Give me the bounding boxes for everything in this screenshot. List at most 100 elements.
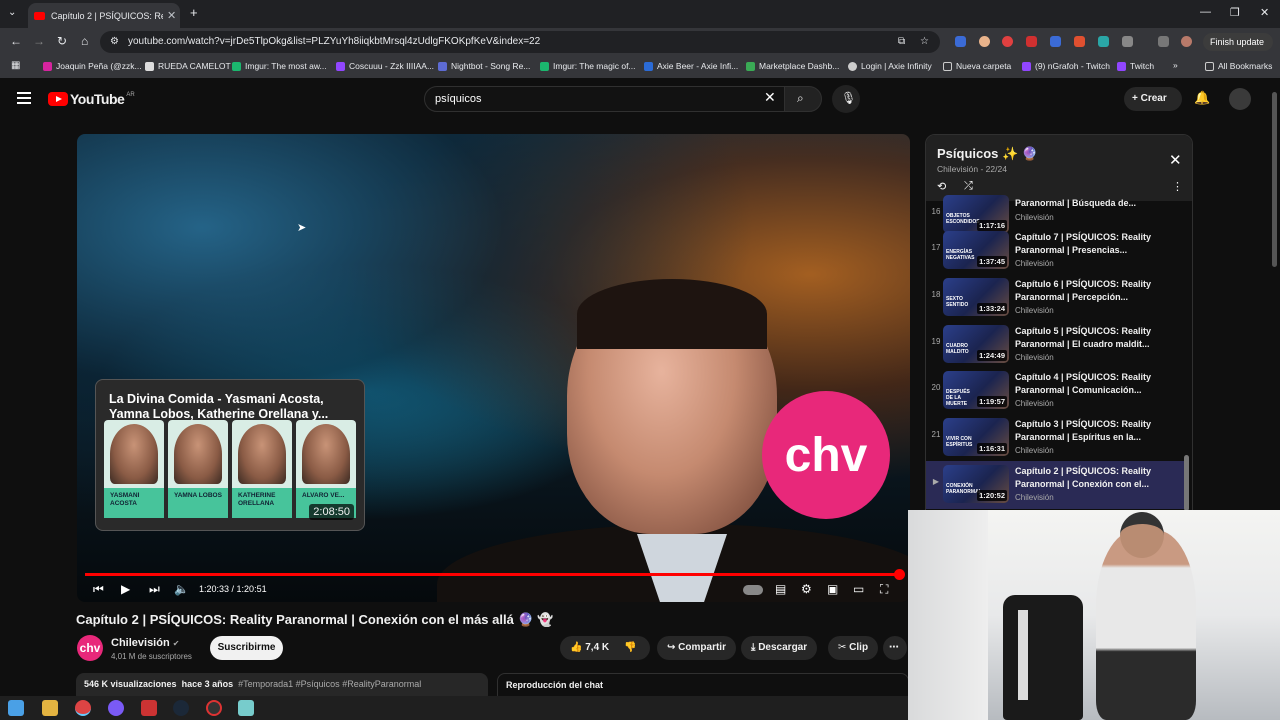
reload-icon[interactable]: ↻ xyxy=(57,34,67,48)
notepad-icon[interactable] xyxy=(238,700,254,716)
bookmark-item[interactable]: Axie Beer - Axie Infi... xyxy=(644,61,738,71)
app-icon-2[interactable] xyxy=(141,700,157,716)
progress-bar-played[interactable] xyxy=(85,573,899,576)
account-avatar[interactable] xyxy=(1229,88,1251,110)
share-button[interactable]: ↪ Compartir xyxy=(657,636,736,660)
bookmark-item[interactable]: Nightbot - Song Re... xyxy=(438,61,530,71)
bookmark-item[interactable]: (9) nGrafoh - Twitch xyxy=(1022,61,1110,71)
extension-icon-2[interactable] xyxy=(979,36,990,47)
clip-button[interactable]: ✂ Clip xyxy=(828,636,879,660)
home-icon[interactable]: ⌂ xyxy=(81,34,88,48)
playlist-panel: Psíquicos ✨ 🔮 Chilevisión - 22/24 ✕ ⟲ ⤮ … xyxy=(925,134,1193,524)
previous-icon[interactable]: ⏮ xyxy=(93,582,104,597)
like-count[interactable]: 7,4 K xyxy=(585,642,609,653)
minimize-icon[interactable]: — xyxy=(1200,6,1211,18)
extensions-puzzle-icon[interactable] xyxy=(1122,36,1133,47)
playlist-item[interactable]: 19 CUADRO MALDITO 1:24:49 Capítulo 5 | PS… xyxy=(926,323,1186,369)
playlist-item[interactable]: 18 SEXTO SENTIDO 1:33:24 Capítulo 6 | PSÍ… xyxy=(926,276,1186,322)
subscribe-button[interactable]: Suscribirme xyxy=(210,636,283,660)
playlist-title[interactable]: Psíquicos ✨ 🔮 xyxy=(937,146,1038,162)
all-bookmarks-button[interactable]: All Bookmarks xyxy=(1205,61,1272,71)
playlist-item[interactable]: 20 DESPUÉS DE LA MUERTE 1:19:57 Capítulo … xyxy=(926,369,1186,415)
settings-gear-icon[interactable]: ⚙ xyxy=(801,582,812,596)
channel-name[interactable]: Chilevisión ✔ xyxy=(111,637,179,649)
loop-icon[interactable]: ⟲ xyxy=(937,180,946,193)
bookmark-item[interactable]: Imgur: The magic of... xyxy=(540,61,636,71)
bookmark-item[interactable]: Joaquin Peña (@zzk... xyxy=(43,61,142,71)
close-window-icon[interactable]: ✕ xyxy=(1260,6,1269,19)
scissors-icon: ✂ xyxy=(838,642,850,653)
playlist-item-now-playing[interactable]: ▶ CONEXIÓN PARANORMAL 1:20:52 Capítulo 2 … xyxy=(926,461,1186,509)
windows-start-icon[interactable] xyxy=(8,700,24,716)
new-tab-icon[interactable]: + xyxy=(190,5,198,20)
playlist-item[interactable]: 21 VIVIR CON ESPÍRITUS 1:16:31 Capítulo 3… xyxy=(926,416,1186,462)
playlist-item[interactable]: 17 ENERGÍAS NEGATIVAS 1:37:45 Capítulo 7 … xyxy=(926,229,1186,275)
bookmark-item[interactable]: Coscuuu - Zzk IIIIAA... xyxy=(336,61,434,71)
search-input[interactable]: psíquicos xyxy=(424,86,786,112)
forward-icon[interactable]: → xyxy=(33,34,45,48)
chrome-icon[interactable] xyxy=(75,700,91,716)
profile-avatar[interactable] xyxy=(1181,36,1192,47)
menu-icon[interactable] xyxy=(17,92,31,104)
address-bar[interactable]: ⚙ youtube.com/watch?v=jrDe5TlpOkg&list=P… xyxy=(100,31,940,53)
download-button[interactable]: ⤓ Descargar xyxy=(741,636,818,660)
fullscreen-icon[interactable]: ⛶ xyxy=(880,582,888,597)
extension-icon-5[interactable] xyxy=(1074,36,1085,47)
steam-icon[interactable] xyxy=(173,700,189,716)
thumbs-down-icon[interactable]: 👎 xyxy=(624,636,636,660)
apps-grid-icon[interactable]: ▦ xyxy=(11,60,20,71)
webcam-streamer-head xyxy=(1120,512,1164,558)
notifications-bell-icon[interactable]: 🔔 xyxy=(1194,90,1210,106)
file-explorer-icon[interactable] xyxy=(42,700,58,716)
reading-list-icon[interactable] xyxy=(1158,36,1169,47)
playlist-scrollbar[interactable] xyxy=(1184,455,1189,511)
bookmark-folder[interactable]: Nueva carpeta xyxy=(943,61,1011,71)
autoplay-toggle[interactable] xyxy=(743,585,763,595)
tab-close-icon[interactable]: ✕ xyxy=(167,9,176,22)
bookmark-item[interactable]: RUEDA CAMELOT xyxy=(145,61,231,71)
close-playlist-icon[interactable]: ✕ xyxy=(1169,151,1182,169)
thumbs-up-icon[interactable]: 👍 xyxy=(570,642,582,653)
finish-update-button[interactable]: Finish update ⋮ xyxy=(1203,33,1273,65)
end-screen-video-card[interactable]: La Divina Comida - Yasmani Acosta, Yamna… xyxy=(95,379,365,531)
site-info-icon[interactable]: ⚙ xyxy=(110,31,119,53)
shuffle-icon[interactable]: ⤮ xyxy=(964,180,973,193)
bookmark-item[interactable]: Marketplace Dashb... xyxy=(746,61,839,71)
channel-avatar[interactable]: chv xyxy=(77,635,103,661)
more-actions-button[interactable]: ⋯ xyxy=(883,636,907,660)
search-button[interactable]: ⌕ xyxy=(784,86,822,112)
playlist-menu-icon[interactable]: ⋮ xyxy=(1172,180,1183,193)
tab-search-icon[interactable]: ⌄ xyxy=(8,7,16,18)
voice-search-button[interactable]: 🎙 xyxy=(832,85,860,113)
install-icon[interactable]: ⧉ xyxy=(898,31,905,53)
miniplayer-icon[interactable]: ▣ xyxy=(827,582,838,596)
subtitles-icon[interactable]: ▤ xyxy=(775,582,786,596)
record-extension-icon[interactable] xyxy=(1002,36,1013,47)
scrubber-handle[interactable] xyxy=(894,569,905,580)
volume-icon[interactable]: 🔈 xyxy=(174,582,189,596)
theater-mode-icon[interactable]: ▭ xyxy=(853,582,864,596)
bookmark-star-icon[interactable]: ☆ xyxy=(920,31,929,53)
bookmark-item[interactable]: Login | Axie Infinity xyxy=(848,61,932,71)
app-icon-1[interactable] xyxy=(108,700,124,716)
page-scrollbar[interactable] xyxy=(1272,92,1277,267)
extension-icon-3[interactable] xyxy=(1026,36,1037,47)
bookmark-item[interactable]: Twitch xyxy=(1117,61,1154,71)
create-button[interactable]: + Crear xyxy=(1124,87,1182,111)
extension-icon-1[interactable] xyxy=(955,36,966,47)
webcam-overlay xyxy=(908,510,1280,720)
obs-icon[interactable] xyxy=(206,700,222,716)
video-player[interactable]: chv La Divina Comida - Yasmani Acosta, Y… xyxy=(77,134,910,602)
hashtags[interactable]: #Temporada1 #Psíquicos #RealityParanorma… xyxy=(238,679,421,689)
play-icon[interactable]: ▶ xyxy=(121,582,130,596)
next-icon[interactable]: ⏭ xyxy=(149,582,160,597)
bookmark-item[interactable]: Imgur: The most aw... xyxy=(232,61,327,71)
clear-search-icon[interactable]: ✕ xyxy=(764,89,776,106)
extension-icon-4[interactable] xyxy=(1050,36,1061,47)
back-icon[interactable]: ← xyxy=(10,34,22,48)
more-bookmarks-icon[interactable]: » xyxy=(1173,60,1178,70)
extension-icon-6[interactable] xyxy=(1098,36,1109,47)
youtube-logo[interactable]: YouTube AR xyxy=(48,91,135,107)
tab-active[interactable]: Capítulo 2 | PSÍQUICOS: Reality ✕ xyxy=(28,3,180,28)
maximize-icon[interactable]: ❐ xyxy=(1230,6,1240,19)
